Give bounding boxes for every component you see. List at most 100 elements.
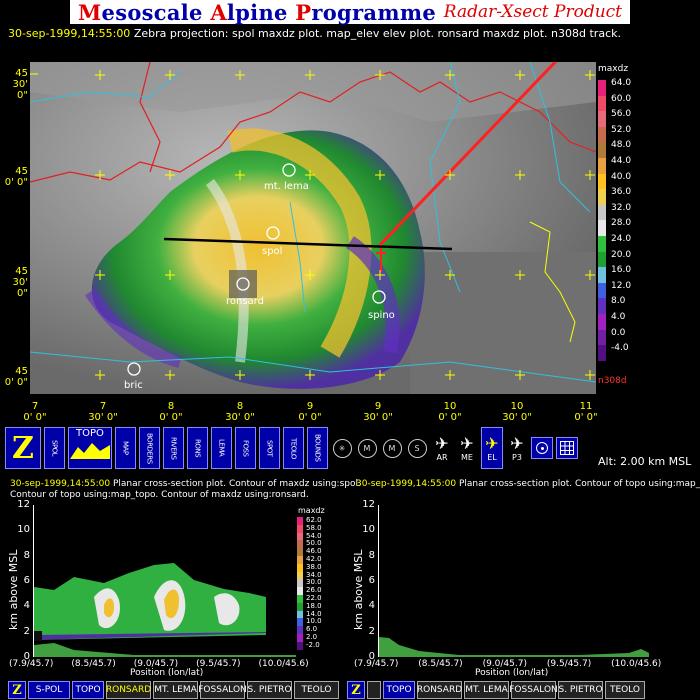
colorbar-swatch bbox=[598, 236, 606, 252]
xsect-colorbar-swatch bbox=[297, 524, 303, 533]
colorbar-label: 12.0 bbox=[611, 280, 632, 291]
xsect-colorbar-swatch bbox=[297, 540, 303, 549]
xsect-colorbar-label: -2.0 bbox=[306, 640, 320, 649]
bottom-left-ronsard-button[interactable]: RONSARD bbox=[106, 681, 151, 699]
bottom-left-spietro-button[interactable]: S. PIETRO bbox=[247, 681, 292, 699]
bottom-left-topo-button[interactable]: TOPO bbox=[72, 681, 104, 699]
y-tick-label: 12 bbox=[17, 499, 30, 510]
map-button[interactable]: MAP bbox=[115, 427, 136, 469]
xsect-colorbar-label: 22.0 bbox=[306, 594, 322, 602]
lon-label: 7 0' 0" bbox=[23, 401, 47, 423]
target-button[interactable] bbox=[531, 437, 553, 459]
lon-label: 7 30' 0" bbox=[88, 401, 118, 423]
plane-label: AR bbox=[436, 453, 448, 462]
rons-button[interactable]: RONS bbox=[187, 427, 208, 469]
y-tick-label: 6 bbox=[368, 575, 375, 586]
bottom-right-spacer-button[interactable] bbox=[367, 681, 381, 699]
xsect-colorbar-label: 2.0 bbox=[306, 633, 318, 641]
colorbar-swatch bbox=[598, 158, 606, 174]
borders-button[interactable]: BORDERS bbox=[139, 427, 160, 469]
x-tick-label: (9.5/45.7) bbox=[546, 659, 592, 669]
title-bar: Mesoscale Alpine Programme Radar-Xsect P… bbox=[70, 0, 630, 25]
xsect-colorbar-label: 50.0 bbox=[306, 539, 322, 548]
bottom-left-z-button[interactable]: Z bbox=[8, 681, 26, 699]
teolo-button[interactable]: TEOLO bbox=[283, 427, 304, 469]
xsect-colorbar-swatch bbox=[297, 532, 303, 541]
xsect-colorbar-swatch bbox=[297, 618, 303, 627]
xsect-right-caption: 30-sep-1999,14:55:00 Planar cross-sectio… bbox=[356, 479, 700, 489]
plane-button-p3[interactable]: ✈ P3 bbox=[506, 427, 528, 469]
colorbar-label: 4.0 bbox=[611, 312, 626, 322]
y-tick-label: 4 bbox=[368, 600, 375, 612]
colorbar-title: maxdz bbox=[598, 64, 629, 74]
rivers-button[interactable]: RIVERS bbox=[163, 427, 184, 469]
bottom-right-topo-button[interactable]: TOPO bbox=[383, 681, 415, 699]
bottom-right-fossalon-button[interactable]: FOSSALON bbox=[509, 681, 558, 699]
xsect-colorbar-swatch bbox=[297, 548, 303, 556]
lon-label: 10 30' 0" bbox=[502, 401, 532, 423]
xsect-left-ylabel: km above MSL bbox=[7, 549, 20, 630]
ring-button[interactable]: ✳ bbox=[331, 427, 353, 469]
colorbar-label: 16.0 bbox=[611, 265, 632, 276]
status-text: Zebra projection: spol maxdz plot. map_e… bbox=[133, 27, 621, 40]
y-tick-label: 2 bbox=[23, 625, 30, 637]
bottom-left-spol-button[interactable]: S-POL bbox=[28, 681, 70, 699]
spot-button[interactable]: SPOT bbox=[259, 427, 280, 469]
altitude-label: Alt: 2.00 km MSL bbox=[598, 455, 692, 468]
colorbar-swatch bbox=[598, 314, 606, 330]
grid-button[interactable] bbox=[556, 437, 578, 459]
topo-mountain-icon bbox=[70, 443, 110, 459]
radar-map-graphic bbox=[30, 62, 596, 394]
xsect-colorbar-swatch bbox=[297, 587, 303, 595]
xsect-colorbar-swatch bbox=[297, 517, 303, 525]
colorbar-swatch bbox=[598, 345, 606, 361]
y-tick-label: 2 bbox=[368, 625, 375, 637]
x-tick-label: (7.9/45.7) bbox=[9, 659, 54, 669]
xsect-left-caption: 30-sep-1999,14:55:00 Planar cross-sectio… bbox=[10, 479, 361, 500]
bounds-button[interactable]: BOUNDS bbox=[307, 427, 328, 469]
topo-button-label: TOPO bbox=[76, 428, 104, 439]
status-timestamp: 30-sep-1999,14:55:00 bbox=[8, 27, 131, 40]
target-icon bbox=[536, 442, 548, 454]
ring-icon: ✳ bbox=[332, 438, 352, 458]
xsect-colorbar-label: 46.0 bbox=[306, 547, 322, 556]
bottom-right-z-button[interactable]: Z bbox=[347, 681, 365, 699]
xsect-colorbar-label: 18.0 bbox=[306, 601, 322, 610]
colorbar-label: 36.0 bbox=[611, 187, 632, 198]
bottom-left-fossalon-button[interactable]: FOSSALON bbox=[198, 681, 247, 699]
xsect-right-ylabel: km above MSL bbox=[352, 549, 365, 630]
xsect-colorbar-label: 62.0 bbox=[306, 516, 322, 524]
zebra-z-button[interactable]: Z bbox=[5, 427, 41, 469]
bottom-right-ronsard-button[interactable]: RONSARD bbox=[417, 681, 462, 699]
plane-button-me[interactable]: ✈ ME bbox=[456, 427, 478, 469]
colorbar-label: 24.0 bbox=[611, 234, 632, 244]
y-tick-label: 8 bbox=[368, 549, 375, 561]
colorbar-swatch bbox=[598, 111, 606, 127]
spol-button[interactable]: SPOL bbox=[44, 427, 65, 469]
m-ring-button-2[interactable]: M bbox=[381, 427, 403, 469]
foss-button[interactable]: FOSS bbox=[235, 427, 256, 469]
plane-icon: ✈ bbox=[485, 434, 499, 453]
bottom-right-mtlema-button[interactable]: MT. LEMA bbox=[464, 681, 509, 699]
colorbar-swatch bbox=[598, 95, 606, 112]
site-label-bric: bric bbox=[124, 380, 143, 391]
lema-button[interactable]: LEMA bbox=[211, 427, 232, 469]
plane-button-el[interactable]: ✈ EL bbox=[481, 427, 503, 469]
bottom-right-teolo-button[interactable]: TEOLO bbox=[605, 681, 645, 699]
xsect-right-plot[interactable] bbox=[378, 505, 649, 657]
colorbar-swatch bbox=[598, 189, 606, 205]
colorbar-label: 32.0 bbox=[611, 202, 632, 213]
s-ring-button[interactable]: S bbox=[406, 427, 428, 469]
xsect-left-plot[interactable] bbox=[33, 505, 296, 657]
xsect-left-graphic bbox=[34, 563, 296, 657]
bottom-left-teolo-button[interactable]: TEOLO bbox=[294, 681, 339, 699]
m-ring-button-1[interactable]: M bbox=[356, 427, 378, 469]
x-tick-label: (10.0/45.6) bbox=[258, 659, 309, 669]
y-tick-label: 6 bbox=[23, 575, 30, 586]
topo-button[interactable]: TOPO bbox=[68, 427, 112, 469]
colorbar-label: 64.0 bbox=[611, 78, 632, 88]
bottom-left-mtlema-button[interactable]: MT. LEMA bbox=[153, 681, 198, 699]
plane-button-ar[interactable]: ✈ AR bbox=[431, 427, 453, 469]
radar-map[interactable]: mt. lema spol ronsard spino bric bbox=[30, 62, 596, 394]
bottom-right-spietro-button[interactable]: S. PIETRO bbox=[558, 681, 603, 699]
